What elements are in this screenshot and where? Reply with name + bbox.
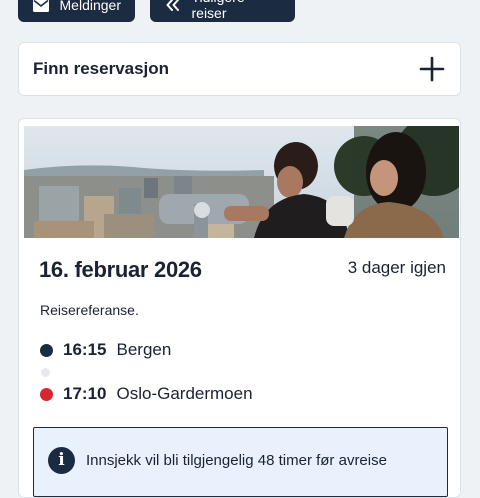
find-reservation-panel[interactable]: Finn reservasjon — [18, 42, 461, 96]
departure-dot-icon — [40, 343, 53, 357]
previous-trips-button[interactable]: Tidligere reiser — [150, 0, 295, 22]
departure-place: Bergen — [116, 340, 172, 359]
trip-date: 16. februar 2026 — [39, 257, 202, 282]
checkin-info-text: Innsjekk vil bli tilgjengelig 48 timer f… — [86, 451, 387, 469]
arrival-time: 17:10 — [63, 384, 107, 403]
booking-reference: Reisereferanse. — [40, 302, 139, 318]
info-icon: i — [48, 446, 75, 474]
envelope-icon — [32, 0, 50, 12]
find-reservation-label: Finn reservasjon — [33, 59, 170, 78]
arrival-stop: 17:10 Oslo-Gardermoen — [40, 384, 253, 404]
trip-card[interactable]: 16. februar 2026 3 dager igjen Reiserefe… — [18, 118, 461, 498]
plus-icon[interactable] — [418, 55, 446, 83]
double-chevron-left-icon — [164, 0, 182, 11]
arrival-dot-icon — [40, 387, 53, 401]
messages-label: Meldinger — [59, 0, 121, 13]
days-left: 3 dager igjen — [347, 258, 446, 277]
messages-button[interactable]: Meldinger — [18, 0, 135, 22]
previous-trips-label: Tidligere reiser — [191, 0, 245, 21]
trip-hero-image — [24, 126, 459, 238]
departure-stop: 16:15 Bergen — [40, 340, 171, 360]
departure-time: 16:15 — [63, 340, 107, 359]
route-connector-dot — [41, 368, 50, 377]
checkin-info-banner: i Innsjekk vil bli tilgjengelig 48 timer… — [33, 427, 448, 497]
arrival-place: Oslo-Gardermoen — [116, 384, 253, 403]
